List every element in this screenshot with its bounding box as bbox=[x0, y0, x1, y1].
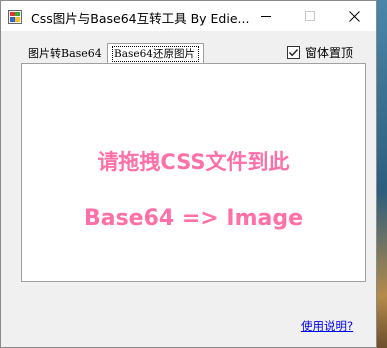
topmost-checkbox[interactable] bbox=[287, 45, 300, 59]
maximize-button[interactable] bbox=[288, 1, 332, 31]
app-window: Css图片与Base64互转工具 By Edie... 图片转Base64 Ba… bbox=[0, 0, 377, 348]
conversion-direction: Base64 => Image bbox=[83, 206, 304, 231]
help-link[interactable]: 使用说明? bbox=[301, 318, 353, 334]
tab-label: 图片转Base64 bbox=[28, 47, 102, 60]
window-title: Css图片与Base64互转工具 By Edie... bbox=[31, 11, 250, 26]
minimize-icon bbox=[261, 16, 271, 17]
minimize-button[interactable] bbox=[244, 1, 288, 31]
maximize-icon bbox=[305, 11, 315, 21]
app-icon bbox=[8, 9, 22, 24]
title-bar[interactable]: Css图片与Base64互转工具 By Edie... bbox=[1, 1, 376, 31]
tab-label: Base64还原图片 bbox=[112, 46, 199, 62]
drop-instruction: 请拖拽CSS文件到此 bbox=[97, 150, 290, 174]
topmost-label: 窗体置顶 bbox=[305, 45, 354, 60]
close-icon bbox=[348, 10, 360, 22]
tab-image-to-base64[interactable]: 图片转Base64 bbox=[24, 45, 104, 64]
drop-area[interactable]: 请拖拽CSS文件到此 Base64 => Image bbox=[21, 63, 366, 282]
tab-base64-to-image[interactable]: Base64还原图片 bbox=[107, 43, 204, 64]
checkmark-icon bbox=[288, 48, 299, 56]
desktop-background bbox=[377, 0, 387, 348]
close-button[interactable] bbox=[332, 1, 376, 31]
topmost-option[interactable]: 窗体置顶 bbox=[287, 44, 353, 60]
